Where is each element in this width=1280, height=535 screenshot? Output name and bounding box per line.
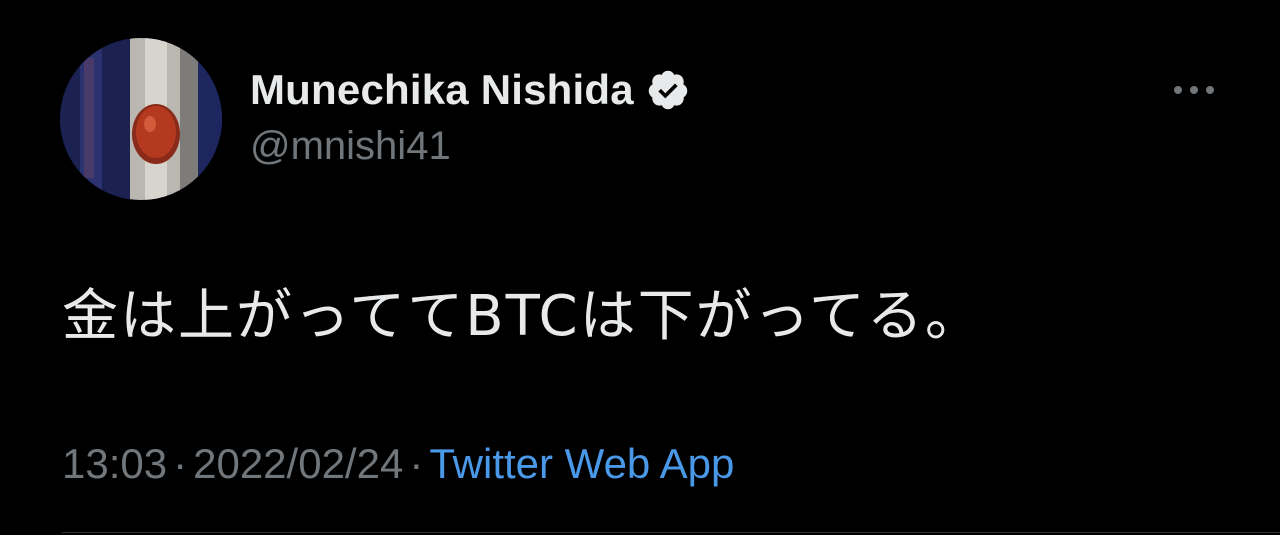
meta-separator: ·	[173, 440, 188, 487]
name-row: Munechika Nishida	[250, 64, 690, 116]
meta-separator: ·	[409, 440, 424, 487]
tweet: Munechika Nishida @mnishi41 金は上がっててBTCは下…	[0, 0, 1280, 535]
tweet-source-link[interactable]: Twitter Web App	[429, 440, 734, 487]
tweet-text: 金は上がっててBTCは下がってる。	[62, 284, 983, 349]
avatar-image	[60, 38, 222, 200]
tweet-date[interactable]: 2022/02/24	[193, 440, 403, 487]
display-name[interactable]: Munechika Nishida	[250, 66, 634, 114]
verified-badge-icon	[646, 68, 690, 112]
tweet-time[interactable]: 13:03	[62, 440, 167, 487]
divider	[62, 532, 1280, 533]
more-options-icon[interactable]	[1166, 72, 1222, 108]
tweet-metadata: 13:03 · 2022/02/24 · Twitter Web App	[62, 436, 734, 492]
user-handle[interactable]: @mnishi41	[250, 124, 690, 169]
author-block: Munechika Nishida @mnishi41	[250, 64, 690, 169]
avatar[interactable]	[60, 38, 222, 200]
